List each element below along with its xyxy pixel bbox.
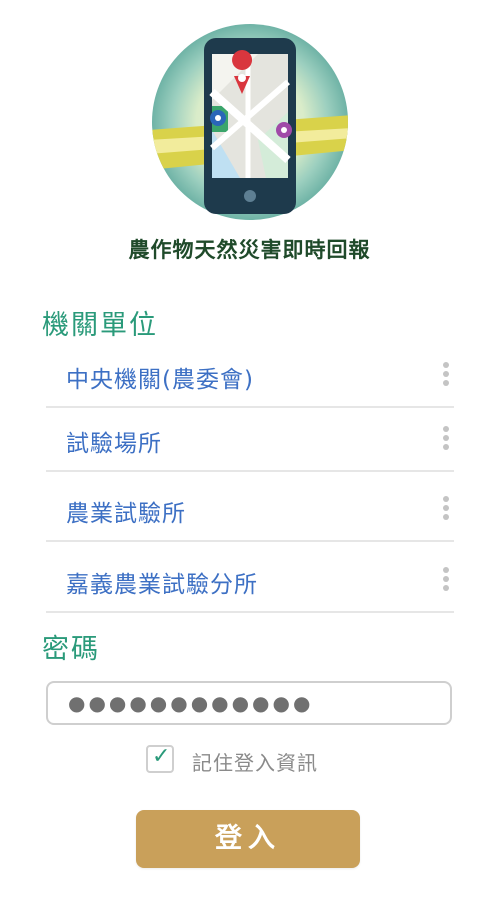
unit-section-label: 機關單位 [42, 310, 158, 341]
institute-type-selector[interactable]: 試驗場所 [46, 410, 454, 472]
remember-checkbox[interactable]: ✓ [146, 744, 174, 773]
institute-selector-value: 農業試驗所 [66, 501, 186, 527]
institute-type-selector-value: 試驗場所 [66, 431, 162, 457]
kebab-menu-icon [442, 567, 450, 595]
checkmark-icon: ✓ [152, 744, 171, 769]
password-masked-value: ●●●●●●●●●●●● [68, 691, 314, 715]
password-section-label: 密碼 [42, 634, 100, 665]
kebab-menu-icon [442, 426, 450, 454]
branch-selector[interactable]: 嘉義農業試驗分所 [46, 551, 454, 613]
institute-selector[interactable]: 農業試驗所 [46, 480, 454, 542]
login-button[interactable]: 登入 [136, 810, 360, 868]
kebab-menu-icon [442, 362, 450, 390]
branch-selector-value: 嘉義農業試驗分所 [66, 572, 258, 598]
kebab-menu-icon [442, 496, 450, 524]
central-agency-selector-value: 中央機關(農委會) [66, 367, 254, 393]
remember-label: 記住登入資訊 [192, 751, 318, 775]
central-agency-selector[interactable]: 中央機關(農委會) [46, 346, 454, 408]
app-title: 農作物天然災害即時回報 [128, 238, 371, 262]
login-screen: 農作物天然災害即時回報 機關單位 中央機關(農委會) 試驗場所 農業試驗所 嘉義… [0, 0, 499, 900]
password-input[interactable]: ●●●●●●●●●●●● [46, 681, 452, 725]
phone-map-logo-icon [152, 24, 348, 220]
